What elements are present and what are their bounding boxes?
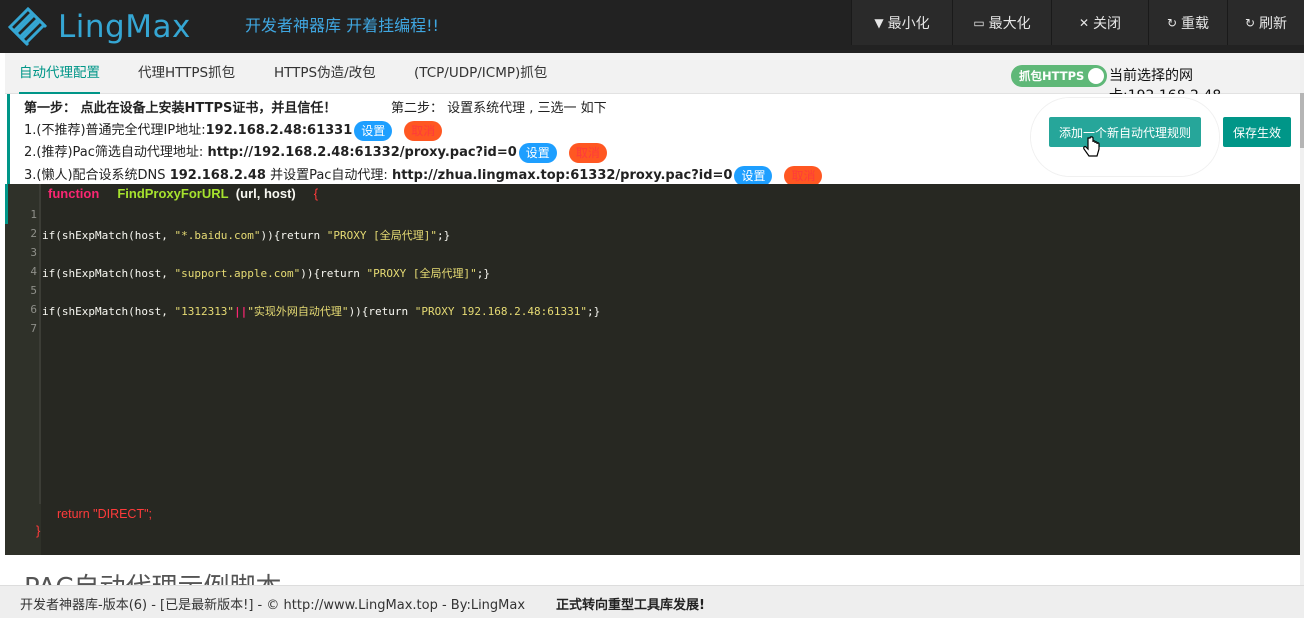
code-or-operator: || xyxy=(234,305,248,318)
code-line-6: if(shExpMatch(host, "1312313"||"实现外网自动代理… xyxy=(42,303,600,319)
code-line-2: if(shExpMatch(host, "*.baidu.com")){retu… xyxy=(42,227,450,243)
line-number: 7 xyxy=(30,322,37,335)
function-args: (url, host) xyxy=(235,186,296,201)
toggle-knob xyxy=(1088,68,1104,84)
editor-accent-bar xyxy=(5,184,8,224)
option2-cancel-button[interactable]: 取消 xyxy=(568,142,607,163)
line-number: 5 xyxy=(30,284,37,297)
code-return-string: "PROXY [全局代理]" xyxy=(366,267,477,280)
code-return-string: "PROXY [全局代理]" xyxy=(326,229,438,242)
add-rule-button[interactable]: 添加一个新自动代理规则 xyxy=(1049,117,1201,147)
step1-link[interactable]: 第一步： 点此在设备上安装HTTPS证书，并且信任！ xyxy=(24,97,336,116)
line-number: 1 xyxy=(30,208,37,221)
logo: LingMax xyxy=(6,4,191,50)
option2-set-button[interactable]: 设置 xyxy=(518,142,557,163)
line-number: 3 xyxy=(30,246,37,259)
tab-auto-proxy[interactable]: 自动代理配置 xyxy=(19,53,100,94)
close-icon: ✕ xyxy=(1078,15,1090,30)
option3-set-button[interactable]: 设置 xyxy=(734,165,773,186)
option1-value: 192.168.2.48:61331 xyxy=(205,123,353,138)
minimize-button[interactable]: ▼ 最小化 xyxy=(851,0,952,45)
status-footer: 开发者神器库-版本(6) - [已是最新版本!] - © http://www.… xyxy=(0,585,1304,618)
option1-row: 1.(不推荐)普通完全代理IP地址:192.168.2.48:61331 设置 取消 xyxy=(24,119,443,141)
footer-announcement: 正式转向重型工具库发展! xyxy=(556,598,705,613)
line-number: 6 xyxy=(30,303,37,316)
close-label: 关闭 xyxy=(1093,15,1122,32)
line-number: 2 xyxy=(30,227,37,240)
https-capture-toggle[interactable]: 抓包HTTPS xyxy=(1011,65,1107,87)
option3-dns: 192.168.2.48 xyxy=(169,168,266,183)
option1-cancel-button[interactable]: 取消 xyxy=(404,120,443,141)
option2-value: http://192.168.2.48:61332/proxy.pac?id=0 xyxy=(207,145,517,160)
pac-example-title: PAC自动代理示例脚本 xyxy=(24,567,282,585)
code-return-string: "PROXY 192.168.2.48:61331" xyxy=(414,305,587,318)
info-accent-bar xyxy=(7,94,10,184)
scrollbar-thumb[interactable] xyxy=(1300,93,1304,148)
maximize-label: 最大化 xyxy=(988,15,1031,32)
option2-label: 2.(推荐)Pac筛选自动代理地址: xyxy=(24,145,204,160)
code-string-2: "实现外网自动代理" xyxy=(247,305,349,318)
minimize-label: 最小化 xyxy=(887,15,930,32)
caret-down-icon: ▼ xyxy=(874,15,884,30)
function-header: function FindProxyForURL (url, host) { xyxy=(48,186,318,201)
pac-example-section: PAC自动代理示例脚本 xyxy=(5,555,1300,585)
code-pre: if(shExpMatch(host, xyxy=(42,229,175,242)
tagline: 开发者神器库 开着挂编程!! xyxy=(245,16,439,35)
code-string: "support.apple.com" xyxy=(174,267,301,280)
logo-text: LingMax xyxy=(58,9,191,45)
page-scrollbar[interactable] xyxy=(1300,53,1304,585)
hand-cursor-icon xyxy=(1083,136,1100,157)
refresh-button[interactable]: ↻ 刷新 xyxy=(1227,0,1304,45)
option3-mid: 并设置Pac自动代理: xyxy=(270,168,388,183)
refresh-icon: ↻ xyxy=(1244,15,1256,30)
code-string: "1312313" xyxy=(174,305,235,318)
return-direct: return "DIRECT"; xyxy=(57,507,153,521)
reload-button[interactable]: ↻ 重载 xyxy=(1148,0,1227,45)
option3-value: http://zhua.lingmax.top:61332/proxy.pac?… xyxy=(391,168,733,183)
code-editor[interactable]: function FindProxyForURL (url, host) { 1… xyxy=(5,184,1300,555)
code-mid: )){return xyxy=(300,267,367,280)
code-pre: if(shExpMatch(host, xyxy=(42,267,175,280)
code-mid: )){return xyxy=(348,305,415,318)
refresh-label: 刷新 xyxy=(1259,15,1288,32)
footer-version: 开发者神器库-版本(6) - [已是最新版本!] - © http://www.… xyxy=(20,598,526,613)
code-line-4: if(shExpMatch(host, "support.apple.com")… xyxy=(42,265,490,281)
logo-icon xyxy=(7,6,48,47)
option1-set-button[interactable]: 设置 xyxy=(354,120,393,141)
tab-bar: 自动代理配置 代理HTTPS抓包 HTTPS伪造/改包 (TCP/UDP/ICM… xyxy=(5,53,1300,104)
gutter-divider xyxy=(39,184,41,504)
code-mid: )){return xyxy=(260,229,327,242)
tab-https-forge[interactable]: HTTPS伪造/改包 xyxy=(274,53,376,93)
function-name: FindProxyForURL xyxy=(117,186,229,201)
line-number: 4 xyxy=(30,265,37,278)
step2-text: 第二步： 设置系统代理 , 三选一 如下 xyxy=(391,101,607,116)
save-button[interactable]: 保存生效 xyxy=(1223,117,1291,147)
option3-label: 3.(懒人)配合设系统DNS xyxy=(24,168,166,183)
function-close-brace: } xyxy=(36,523,41,538)
function-keyword: function xyxy=(48,186,100,201)
code-end: ;} xyxy=(586,305,601,318)
code-end: ;} xyxy=(476,267,491,280)
code-string: "*.baidu.com" xyxy=(174,229,261,242)
app-header: LingMax 开发者神器库 开着挂编程!! ▼ 最小化 ▭ 最大化 ✕ 关闭 … xyxy=(0,0,1304,53)
maximize-icon: ▭ xyxy=(973,15,985,30)
reload-label: 重载 xyxy=(1181,15,1210,32)
reload-icon: ↻ xyxy=(1166,15,1178,30)
toggle-label: 抓包HTTPS xyxy=(1019,69,1085,83)
maximize-button[interactable]: ▭ 最大化 xyxy=(952,0,1051,45)
option2-row: 2.(推荐)Pac筛选自动代理地址: http://192.168.2.48:6… xyxy=(24,141,607,163)
tab-https-capture[interactable]: 代理HTTPS抓包 xyxy=(138,53,235,93)
option3-cancel-button[interactable]: 取消 xyxy=(784,165,823,186)
close-button[interactable]: ✕ 关闭 xyxy=(1051,0,1148,45)
function-open-brace: { xyxy=(313,186,319,201)
window-controls: ▼ 最小化 ▭ 最大化 ✕ 关闭 ↻ 重载 ↻ 刷新 xyxy=(851,0,1304,45)
option1-label: 1.(不推荐)普通完全代理IP地址: xyxy=(24,123,206,138)
option3-row: 3.(懒人)配合设系统DNS 192.168.2.48 并设置Pac自动代理: … xyxy=(24,164,823,186)
code-end: ;} xyxy=(437,229,451,242)
code-pre: if(shExpMatch(host, xyxy=(42,305,175,318)
tab-tcp-udp-icmp[interactable]: (TCP/UDP/ICMP)抓包 xyxy=(414,53,547,93)
